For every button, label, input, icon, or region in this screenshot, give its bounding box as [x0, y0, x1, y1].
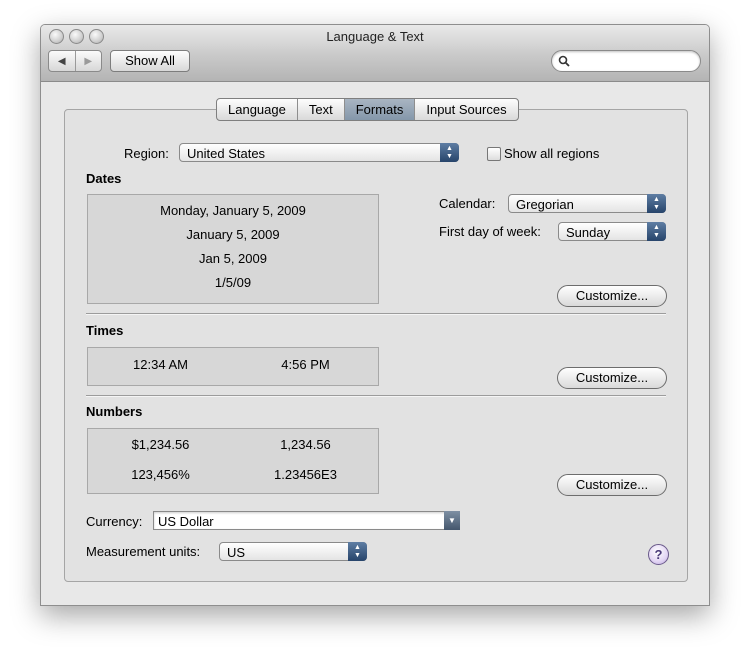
window-title: Language & Text	[326, 29, 424, 44]
times-heading: Times	[86, 323, 124, 338]
tab-bar: Language Text Formats Input Sources	[216, 98, 519, 121]
back-button[interactable]: ◀	[49, 51, 75, 71]
region-label: Region:	[124, 146, 169, 161]
region-popup[interactable]: United States ▲ ▼	[179, 143, 459, 162]
first-day-popup[interactable]: Sunday ▲ ▼	[558, 222, 666, 241]
currency-sample: $1,234.56	[131, 437, 190, 452]
dates-customize-button[interactable]: Customize...	[557, 285, 667, 307]
tab-text[interactable]: Text	[296, 99, 344, 120]
measurement-value: US	[227, 545, 246, 560]
help-button[interactable]: ?	[648, 544, 669, 565]
numbers-customize-button[interactable]: Customize...	[557, 474, 667, 496]
up-down-arrows-icon: ▲ ▼	[440, 143, 459, 162]
forward-button[interactable]: ▶	[74, 51, 102, 71]
up-down-arrows-icon: ▲ ▼	[647, 194, 666, 213]
first-day-value: Sunday	[566, 225, 611, 240]
calendar-popup[interactable]: Gregorian ▲ ▼	[508, 194, 666, 213]
region-value: United States	[187, 146, 266, 161]
calendar-label: Calendar:	[439, 196, 496, 211]
time-long-sample: 4:56 PM	[281, 357, 330, 372]
preferences-window: Language & Text ◀ ▶ Show All Language Te…	[40, 24, 710, 606]
chevron-down-icon[interactable]: ▼	[444, 511, 460, 530]
up-down-arrows-icon: ▲ ▼	[348, 542, 367, 561]
search-field[interactable]	[551, 50, 701, 72]
tab-formats[interactable]: Formats	[343, 99, 415, 120]
times-sample-box: 12:34 AM 4:56 PM	[87, 347, 379, 386]
scientific-sample: 1.23456E3	[274, 467, 337, 482]
date-long-sample: January 5, 2009	[186, 227, 280, 242]
times-customize-button[interactable]: Customize...	[557, 367, 667, 389]
dates-heading: Dates	[86, 171, 122, 186]
search-icon	[558, 55, 570, 67]
tab-input-sources[interactable]: Input Sources	[414, 99, 517, 120]
show-all-regions-checkbox[interactable]	[487, 147, 501, 161]
measurement-label: Measurement units:	[86, 544, 201, 559]
date-medium-sample: Jan 5, 2009	[199, 251, 267, 266]
date-full-sample: Monday, January 5, 2009	[160, 203, 306, 218]
numbers-heading: Numbers	[86, 404, 143, 419]
numbers-sample-box: $1,234.56 1,234.56 123,456% 1.23456E3	[87, 428, 379, 494]
title-bar: Language & Text ◀ ▶ Show All	[41, 25, 709, 82]
decimal-sample: 1,234.56	[280, 437, 331, 452]
first-day-label: First day of week:	[439, 224, 541, 239]
forward-arrow-icon: ▶	[84, 55, 93, 67]
calendar-value: Gregorian	[516, 197, 574, 212]
show-all-button[interactable]: Show All	[110, 50, 190, 72]
up-down-arrows-icon: ▲ ▼	[647, 222, 666, 241]
percent-sample: 123,456%	[131, 467, 190, 482]
question-mark-icon: ?	[654, 547, 663, 562]
tab-language[interactable]: Language	[217, 99, 297, 120]
time-short-sample: 12:34 AM	[133, 357, 188, 372]
measurement-popup[interactable]: US ▲ ▼	[219, 542, 367, 561]
divider	[86, 395, 666, 397]
divider	[86, 313, 666, 315]
currency-value: US Dollar	[158, 514, 214, 529]
dates-sample-box: Monday, January 5, 2009 January 5, 2009 …	[87, 194, 379, 304]
show-all-regions-label: Show all regions	[504, 146, 600, 161]
currency-combo[interactable]: US Dollar ▼	[153, 511, 460, 530]
search-input[interactable]	[574, 53, 696, 70]
currency-label: Currency:	[86, 514, 143, 529]
back-arrow-icon: ◀	[57, 55, 66, 67]
date-short-sample: 1/5/09	[214, 275, 252, 290]
back-forward-control: ◀ ▶	[48, 50, 102, 72]
